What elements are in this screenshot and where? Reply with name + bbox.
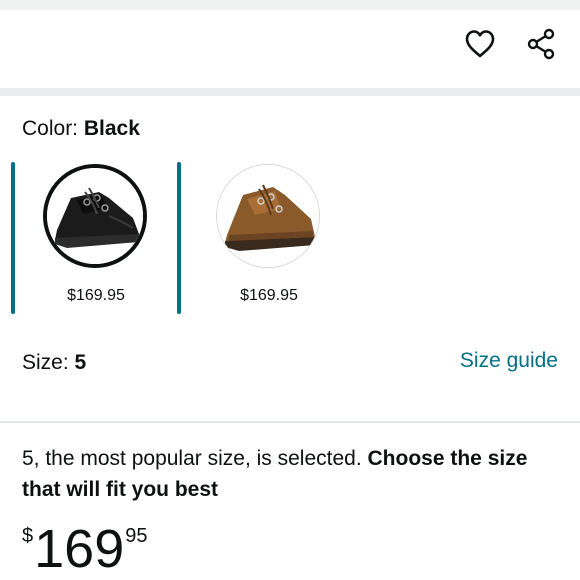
color-swatch-brown[interactable]: $169.95 <box>184 158 354 314</box>
product-price: $16995 <box>22 518 147 580</box>
size-message-text: 5, the most popular size, is selected. <box>22 447 368 470</box>
section-divider <box>0 88 580 96</box>
size-guide-link[interactable]: Size guide <box>460 348 558 374</box>
wishlist-button[interactable] <box>460 24 500 64</box>
color-label-prefix: Color: <box>22 117 84 140</box>
swatch-price: $169.95 <box>240 287 298 304</box>
selected-size-value: 5 <box>74 351 87 374</box>
brown-boot-thumbnail <box>216 164 320 268</box>
color-label: Color: Black <box>22 116 140 142</box>
color-swatch-black[interactable]: $169.95 <box>11 158 181 314</box>
price-fraction: 95 <box>125 525 148 547</box>
selected-color-value: Black <box>83 117 140 140</box>
size-label: Size: 5 <box>22 350 86 376</box>
swatch-price: $169.95 <box>67 287 125 304</box>
black-boot-thumbnail <box>43 164 147 268</box>
size-divider <box>0 421 580 423</box>
share-icon <box>527 28 555 60</box>
heart-outline-icon <box>465 30 495 58</box>
size-recommendation-message: 5, the most popular size, is selected. C… <box>22 443 558 505</box>
top-strip <box>0 0 580 10</box>
price-whole: 169 <box>34 519 125 579</box>
price-currency-symbol: $ <box>22 525 34 547</box>
share-button[interactable] <box>521 24 561 64</box>
size-label-prefix: Size: <box>22 351 75 374</box>
